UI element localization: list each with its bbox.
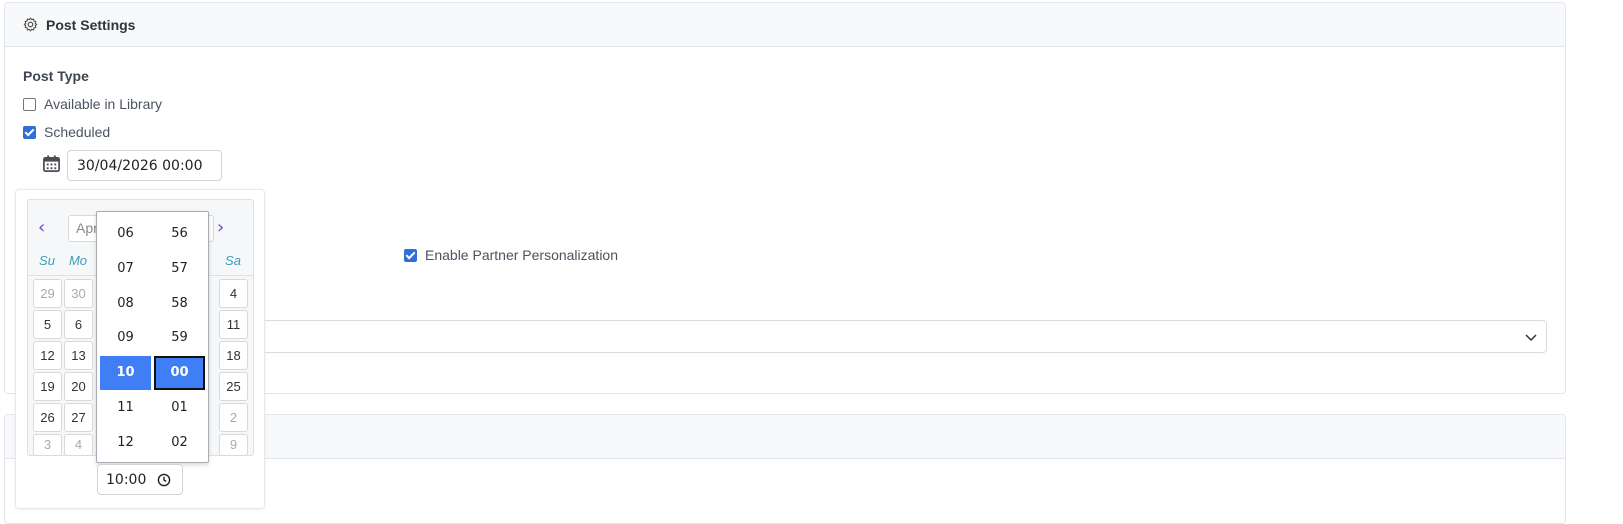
calendar-day[interactable]: 12 [33,341,62,370]
weekday-label: Su [39,253,55,268]
partner-personalization-label: Enable Partner Personalization [425,247,619,263]
calendar-icon[interactable] [42,154,61,173]
gear-icon [23,17,38,32]
calendar-day[interactable]: 6 [64,310,93,339]
hour-option[interactable]: 08 [100,287,151,321]
hour-option-selected[interactable]: 10 [100,356,151,390]
scheduled-option[interactable]: Scheduled [23,124,110,140]
hour-option[interactable]: 09 [100,321,151,355]
minute-option[interactable]: 59 [154,321,205,355]
hour-option[interactable]: 12 [100,426,151,460]
minute-option[interactable]: 56 [154,217,205,251]
available-in-library-checkbox[interactable] [23,97,36,111]
chevron-down-icon [1525,334,1537,342]
available-in-library-option[interactable]: Available in Library [23,96,162,112]
calendar-day[interactable]: 9 [219,434,248,456]
calendar-day[interactable]: 3 [33,434,62,456]
calendar-day[interactable]: 20 [64,372,93,401]
partner-personalization-checkbox[interactable] [404,248,417,262]
dropdown-select[interactable] [230,320,1547,353]
calendar-day[interactable]: 18 [219,341,248,370]
calendar-day[interactable]: 25 [219,372,248,401]
time-dropdown: 06 07 08 09 10 11 12 56 57 58 59 00 01 0… [96,211,209,463]
calendar-day[interactable]: 26 [33,403,62,432]
minute-option-selected[interactable]: 00 [154,356,205,390]
available-in-library-label: Available in Library [44,96,163,112]
scheduled-label: Scheduled [44,124,111,140]
calendar-day[interactable]: 4 [64,434,93,456]
weekday-label: Sa [225,253,241,268]
card-title: Post Settings [46,16,136,33]
minute-option[interactable]: 58 [154,287,205,321]
hour-option[interactable]: 06 [100,217,151,251]
calendar-day[interactable]: 30 [64,279,93,308]
weekday-label: Mo [68,253,88,268]
calendar-day[interactable]: 13 [64,341,93,370]
post-type-label: Post Type [23,68,89,84]
calendar-day[interactable]: 19 [33,372,62,401]
clock-icon[interactable] [157,473,171,487]
calendar-day[interactable]: 27 [64,403,93,432]
next-month-icon[interactable]: › [217,219,231,237]
minute-option[interactable]: 57 [154,252,205,286]
scheduled-checkbox[interactable] [23,125,36,139]
calendar-day[interactable]: 29 [33,279,62,308]
calendar-day[interactable]: 2 [219,403,248,432]
prev-month-icon[interactable]: ‹ [38,219,52,237]
hour-option[interactable]: 07 [100,252,151,286]
schedule-date-input[interactable]: 30/04/2026 00:00 [67,150,222,181]
minute-option[interactable]: 01 [154,391,205,425]
time-input-value: 10:00 [106,471,147,488]
card-header: Post Settings [5,3,1565,47]
calendar-day[interactable]: 4 [219,279,248,308]
time-input[interactable]: 10:00 [97,464,183,495]
partner-personalization-option[interactable]: Enable Partner Personalization [404,247,618,263]
calendar-day[interactable]: 11 [219,310,248,339]
calendar-day[interactable]: 5 [33,310,62,339]
minute-option[interactable]: 02 [154,426,205,460]
hour-option[interactable]: 11 [100,391,151,425]
